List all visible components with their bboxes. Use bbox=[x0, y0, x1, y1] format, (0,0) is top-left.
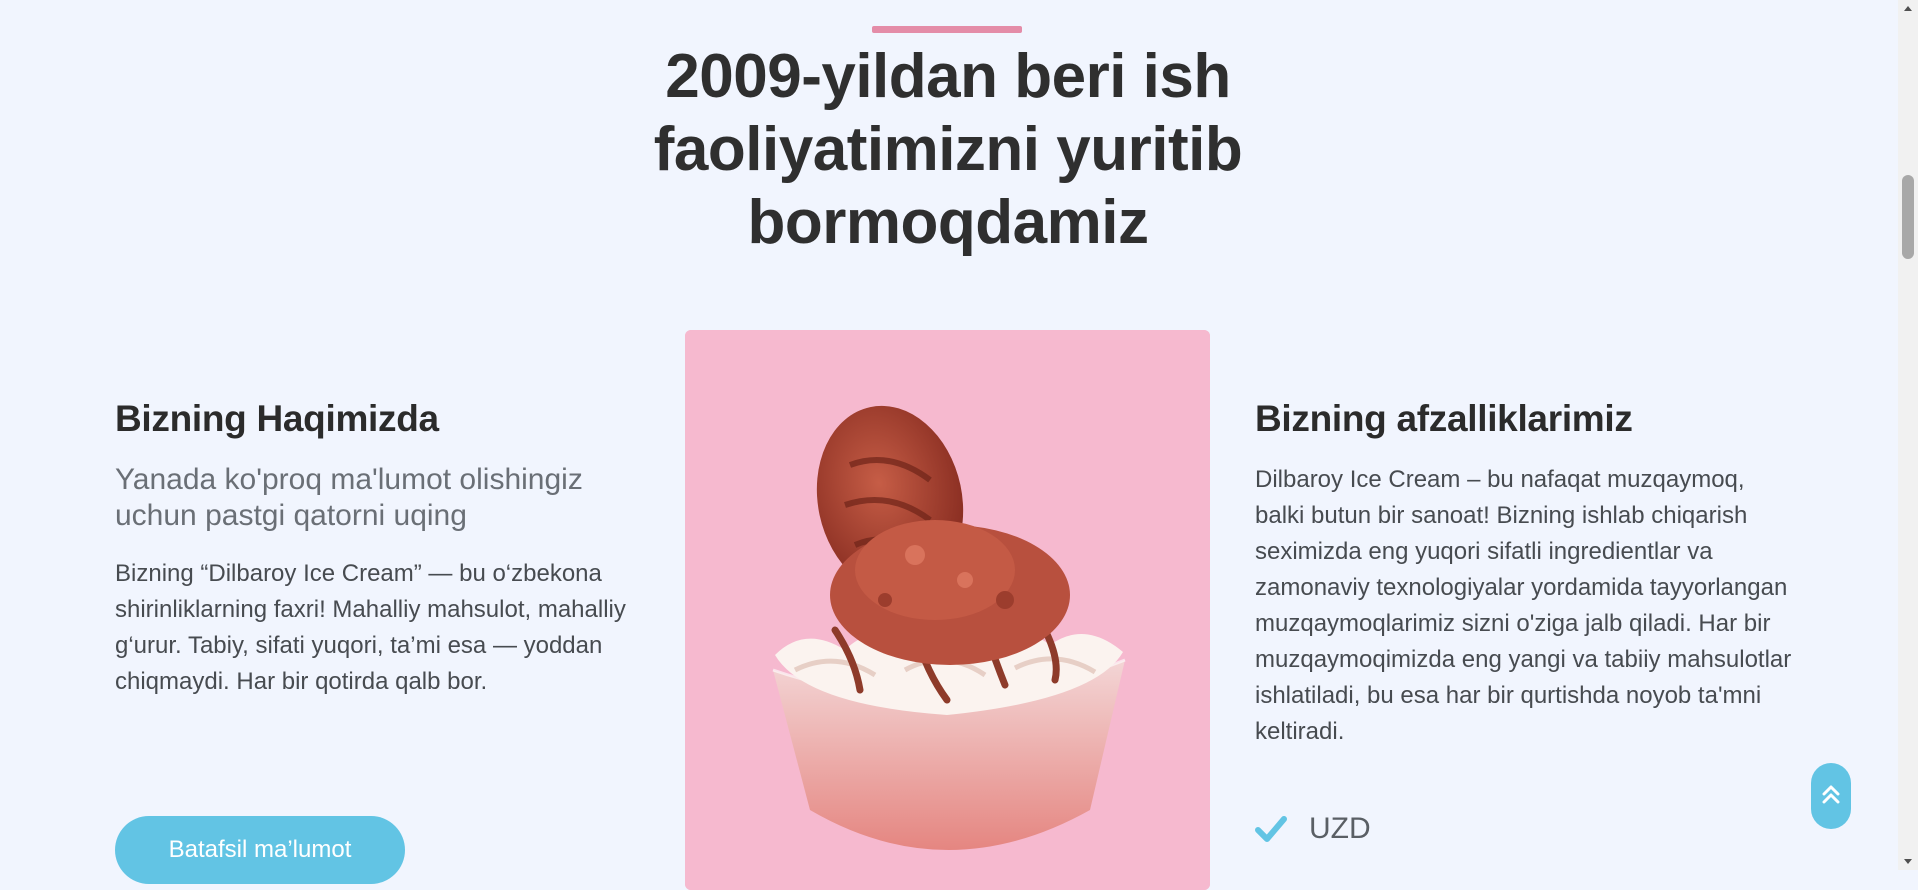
scroll-up-arrow-icon[interactable] bbox=[1898, 0, 1918, 17]
ice-cream-image bbox=[685, 330, 1210, 890]
double-chevron-up-icon bbox=[1822, 783, 1840, 810]
advantages-text: Dilbaroy Ice Cream – bu nafaqat muzqaymo… bbox=[1255, 466, 1792, 745]
title-accent-bar bbox=[872, 26, 1022, 33]
more-info-button[interactable]: Batafsil ma’lumot bbox=[115, 816, 405, 884]
about-section: 2009-yildan beri ish faoliyatimizni yuri… bbox=[0, 0, 1898, 890]
scroll-to-top-button[interactable] bbox=[1811, 763, 1851, 829]
about-subheading: Yanada ko'proq ma'lumot olishingiz uchun… bbox=[115, 463, 583, 532]
about-column: Bizning Haqimizda Yanada ko'proq ma'lumo… bbox=[115, 398, 635, 700]
about-heading: Bizning Haqimizda bbox=[115, 398, 439, 439]
advantage-label: UZD bbox=[1309, 812, 1371, 845]
check-icon bbox=[1255, 815, 1287, 843]
advantages-heading: Bizning afzalliklarimiz bbox=[1255, 398, 1633, 439]
about-text: Bizning “Dilbaroy Ice Cream” — bu o‘zbek… bbox=[115, 560, 626, 695]
scroll-down-arrow-icon[interactable] bbox=[1898, 853, 1918, 870]
advantages-column: Bizning afzalliklarimiz Dilbaroy Ice Cre… bbox=[1255, 398, 1795, 750]
advantage-list-item: UZD bbox=[1255, 812, 1371, 846]
scrollbar[interactable] bbox=[1898, 0, 1918, 870]
scrollbar-thumb[interactable] bbox=[1902, 175, 1914, 259]
section-title: 2009-yildan beri ish faoliyatimizni yuri… bbox=[653, 42, 1243, 257]
